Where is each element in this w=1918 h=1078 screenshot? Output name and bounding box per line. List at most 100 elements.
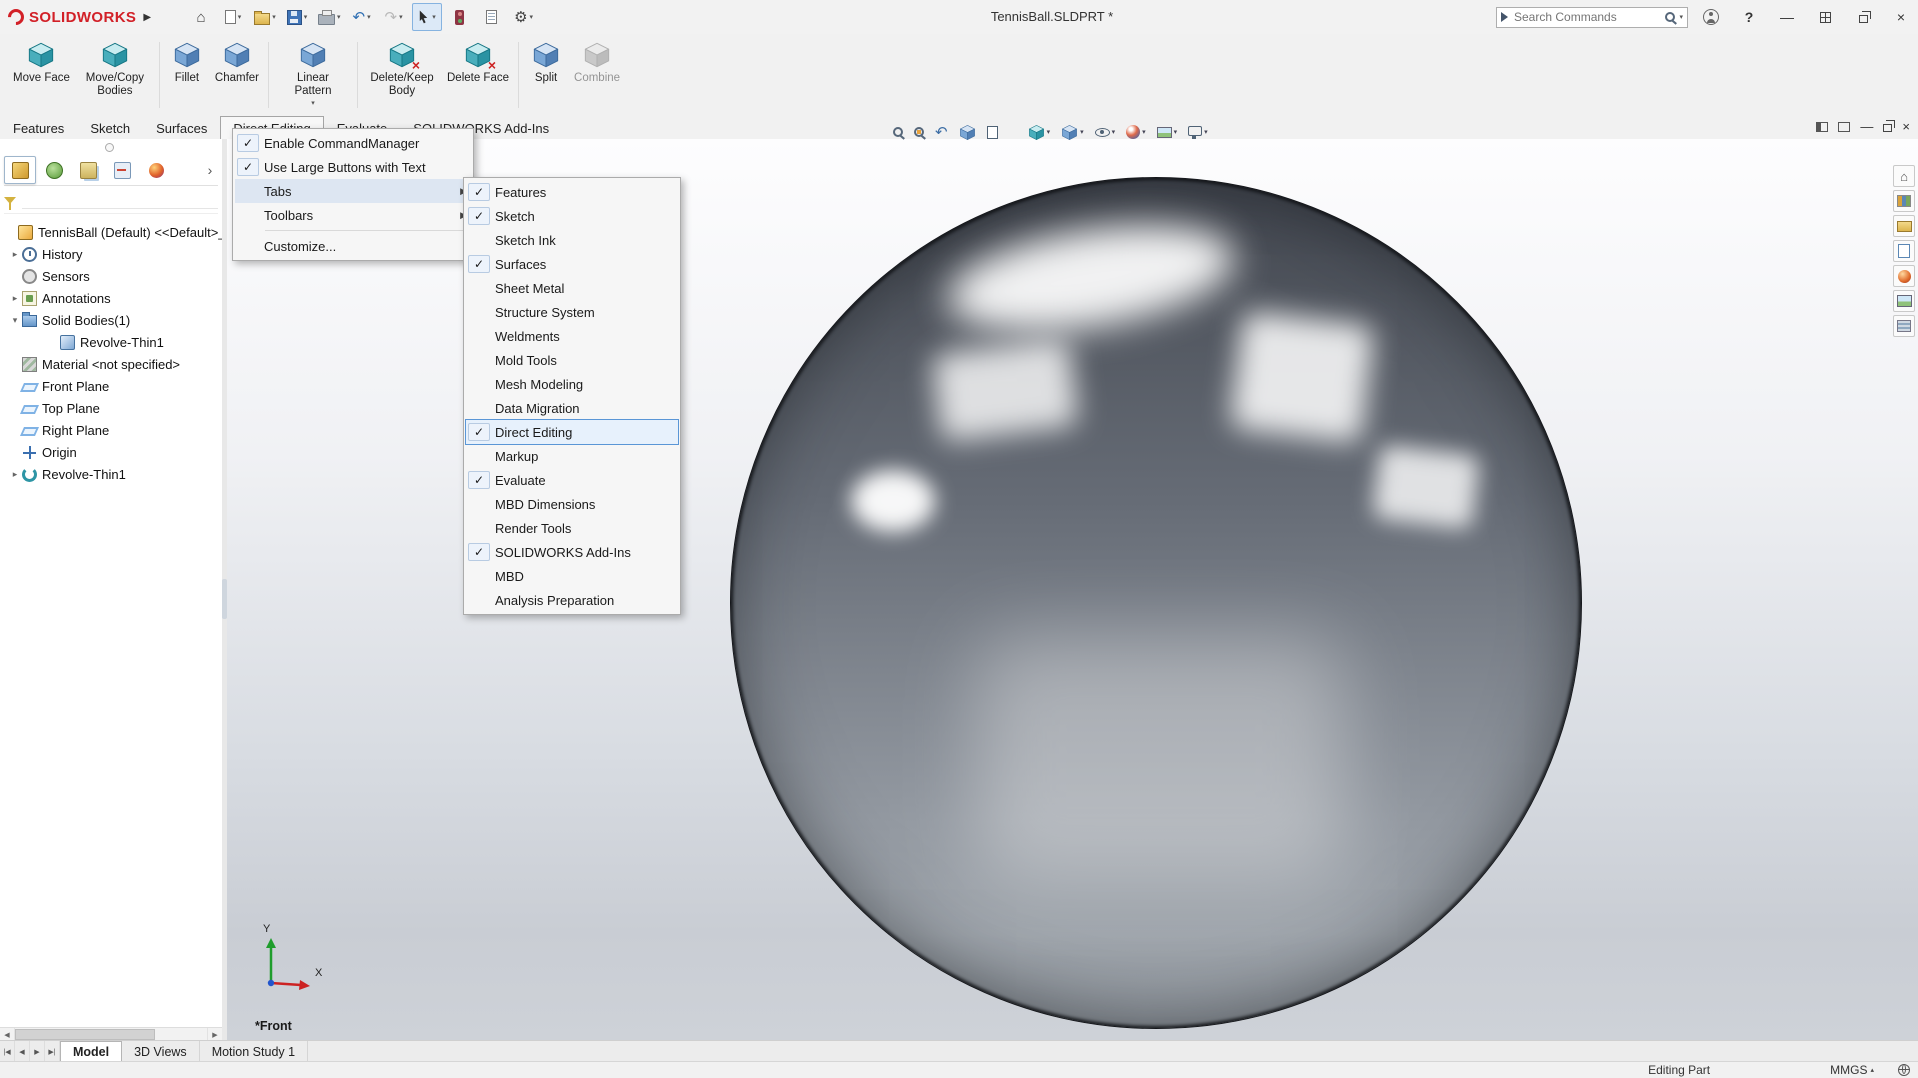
move-copy-bodies-button[interactable]: Move/Copy Bodies <box>75 36 155 110</box>
collapse-taskpane-icon[interactable] <box>1816 122 1828 132</box>
restore-button[interactable] <box>1848 3 1878 31</box>
tree-item-sensors[interactable]: Sensors <box>0 265 222 287</box>
menu-item-tabs[interactable]: Tabs ▶ <box>235 179 471 203</box>
design-library-tab[interactable] <box>1893 190 1915 212</box>
tree-item-history[interactable]: ▸ History <box>0 243 222 265</box>
dropdown-caret-icon[interactable]: ▾ <box>1142 128 1146 136</box>
displaymanager-tab[interactable] <box>140 156 172 184</box>
search-input[interactable] <box>1512 9 1661 25</box>
print-button[interactable]: ▾ <box>315 4 344 30</box>
zoom-to-area-button[interactable] <box>914 127 924 137</box>
search-caret-icon[interactable]: ▾ <box>1679 13 1683 21</box>
view-orientation-button[interactable]: ▾ <box>1028 124 1051 141</box>
tennis-ball-model[interactable] <box>730 177 1582 1029</box>
dropdown-caret-icon[interactable]: ▾ <box>272 13 276 21</box>
menu-item-use-large-buttons[interactable]: ✓ Use Large Buttons with Text <box>235 155 471 179</box>
dropdown-caret-icon[interactable]: ▾ <box>1112 128 1116 136</box>
dropdown-caret-icon[interactable]: ▾ <box>399 13 403 21</box>
section-view-button[interactable] <box>959 124 976 141</box>
home-button[interactable]: ⌂ <box>187 4 215 30</box>
options-button[interactable]: ⚙▾ <box>510 4 538 30</box>
expand-arrow-icon[interactable]: ▸ <box>8 249 22 260</box>
move-face-button[interactable]: Move Face <box>8 36 75 110</box>
menu-item-toolbars[interactable]: Toolbars ▶ <box>235 203 471 227</box>
dropdown-caret-icon[interactable]: ▾ <box>304 13 308 21</box>
save-button[interactable]: ▾ <box>283 4 311 30</box>
submenu-item-evaluate[interactable]: ✓Evaluate <box>466 468 678 492</box>
tree-item-top-plane[interactable]: Top Plane <box>0 397 222 419</box>
document-restore-icon[interactable] <box>1883 124 1892 132</box>
select-button[interactable]: ▾ <box>412 3 442 31</box>
dynamic-annotation-views-button[interactable] <box>987 126 998 139</box>
submenu-item-sheet-metal[interactable]: Sheet Metal <box>466 276 678 300</box>
panel-resize-handle[interactable] <box>105 143 114 152</box>
appearances-tab[interactable] <box>1893 265 1915 287</box>
tree-item-origin[interactable]: Origin <box>0 441 222 463</box>
dropdown-caret-icon[interactable]: ▾ <box>337 13 341 21</box>
dropdown-caret-icon[interactable]: ▾ <box>311 99 315 107</box>
solidworks-menu-button[interactable]: SOLIDWORKS ▶ <box>0 9 161 26</box>
search-commands-box[interactable]: ▾ <box>1496 7 1688 28</box>
submenu-item-mold-tools[interactable]: Mold Tools <box>466 348 678 372</box>
tree-item-material[interactable]: Material <not specified> <box>0 353 222 375</box>
dropdown-caret-icon[interactable]: ▾ <box>432 13 436 21</box>
submenu-item-structure-system[interactable]: Structure System <box>466 300 678 324</box>
submenu-item-sketch[interactable]: ✓Sketch <box>466 204 678 228</box>
open-button[interactable]: ▾ <box>251 4 279 30</box>
submenu-item-analysis-preparation[interactable]: Analysis Preparation <box>466 588 678 612</box>
previous-view-button[interactable]: ↶ <box>935 125 948 140</box>
apply-scene-button[interactable]: ▾ <box>1157 127 1178 138</box>
expand-arrow-icon[interactable]: ▸ <box>8 293 22 304</box>
tree-item-front-plane[interactable]: Front Plane <box>0 375 222 397</box>
tree-filter-field[interactable] <box>22 192 218 209</box>
tab-surfaces[interactable]: Surfaces <box>143 116 220 139</box>
delete-keep-body-button[interactable]: × Delete/Keep Body <box>362 36 442 110</box>
view-settings-button[interactable]: ▾ <box>1188 126 1208 139</box>
panel-flyout-arrow[interactable]: › <box>202 162 218 178</box>
minimize-button[interactable]: — <box>1772 3 1802 31</box>
dropdown-caret-icon[interactable]: ▾ <box>1174 128 1178 136</box>
tree-root-item[interactable]: TennisBall (Default) <<Default>_Displ <box>0 221 222 243</box>
document-minimize-icon[interactable]: — <box>1860 120 1873 133</box>
submenu-item-surfaces[interactable]: ✓Surfaces <box>466 252 678 276</box>
tab-scroll-first[interactable]: |◀ <box>0 1041 15 1062</box>
submenu-item-features[interactable]: ✓Features <box>466 180 678 204</box>
view-palette-tab[interactable] <box>1893 240 1915 262</box>
submenu-item-direct-editing[interactable]: ✓Direct Editing <box>466 420 678 444</box>
login-button[interactable] <box>1696 3 1726 31</box>
tab-scroll-last[interactable]: ▶| <box>45 1041 60 1062</box>
scrollbar-thumb[interactable] <box>15 1029 155 1040</box>
dropdown-caret-icon[interactable]: ▾ <box>1204 128 1208 136</box>
submenu-item-sketch-ink[interactable]: Sketch Ink <box>466 228 678 252</box>
delete-face-button[interactable]: × Delete Face <box>442 36 514 110</box>
globe-icon[interactable] <box>1898 1064 1910 1076</box>
tab-features[interactable]: Features <box>0 116 77 139</box>
file-explorer-tab[interactable] <box>1893 215 1915 237</box>
submenu-item-mbd[interactable]: MBD <box>466 564 678 588</box>
tab-motion-study-1[interactable]: Motion Study 1 <box>200 1041 308 1062</box>
tree-item-revolve-thin-feature[interactable]: ▸ Revolve-Thin1 <box>0 463 222 485</box>
featuremanager-tab[interactable] <box>4 156 36 184</box>
submenu-item-weldments[interactable]: Weldments <box>466 324 678 348</box>
search-icon[interactable] <box>1665 12 1675 22</box>
tab-scroll-next[interactable]: ▶ <box>30 1041 45 1062</box>
menu-expand-arrow-icon[interactable]: ▶ <box>143 12 151 23</box>
tree-item-revolve-thin-body[interactable]: Revolve-Thin1 <box>0 331 222 353</box>
close-button[interactable]: × <box>1886 3 1916 31</box>
expand-arrow-icon[interactable]: ▾ <box>8 315 22 326</box>
filter-funnel-icon[interactable] <box>4 197 16 204</box>
submenu-item-mbd-dimensions[interactable]: MBD Dimensions <box>466 492 678 516</box>
expand-arrow-icon[interactable]: ▸ <box>8 469 22 480</box>
tree-item-solid-bodies[interactable]: ▾ Solid Bodies(1) <box>0 309 222 331</box>
dropdown-caret-icon[interactable]: ▾ <box>530 13 534 21</box>
document-close-icon[interactable]: × <box>1902 120 1910 133</box>
edit-appearance-button[interactable]: ▾ <box>1126 125 1146 139</box>
menu-item-customize[interactable]: Customize... <box>235 234 471 258</box>
tab-scroll-prev[interactable]: ◀ <box>15 1041 30 1062</box>
configurationmanager-tab[interactable] <box>72 156 104 184</box>
submenu-item-mesh-modeling[interactable]: Mesh Modeling <box>466 372 678 396</box>
hide-show-items-button[interactable]: ▾ <box>1095 128 1116 137</box>
undo-button[interactable]: ↶▾ <box>348 4 376 30</box>
tab-model[interactable]: Model <box>60 1041 122 1062</box>
display-style-button[interactable]: ▾ <box>1061 124 1084 141</box>
